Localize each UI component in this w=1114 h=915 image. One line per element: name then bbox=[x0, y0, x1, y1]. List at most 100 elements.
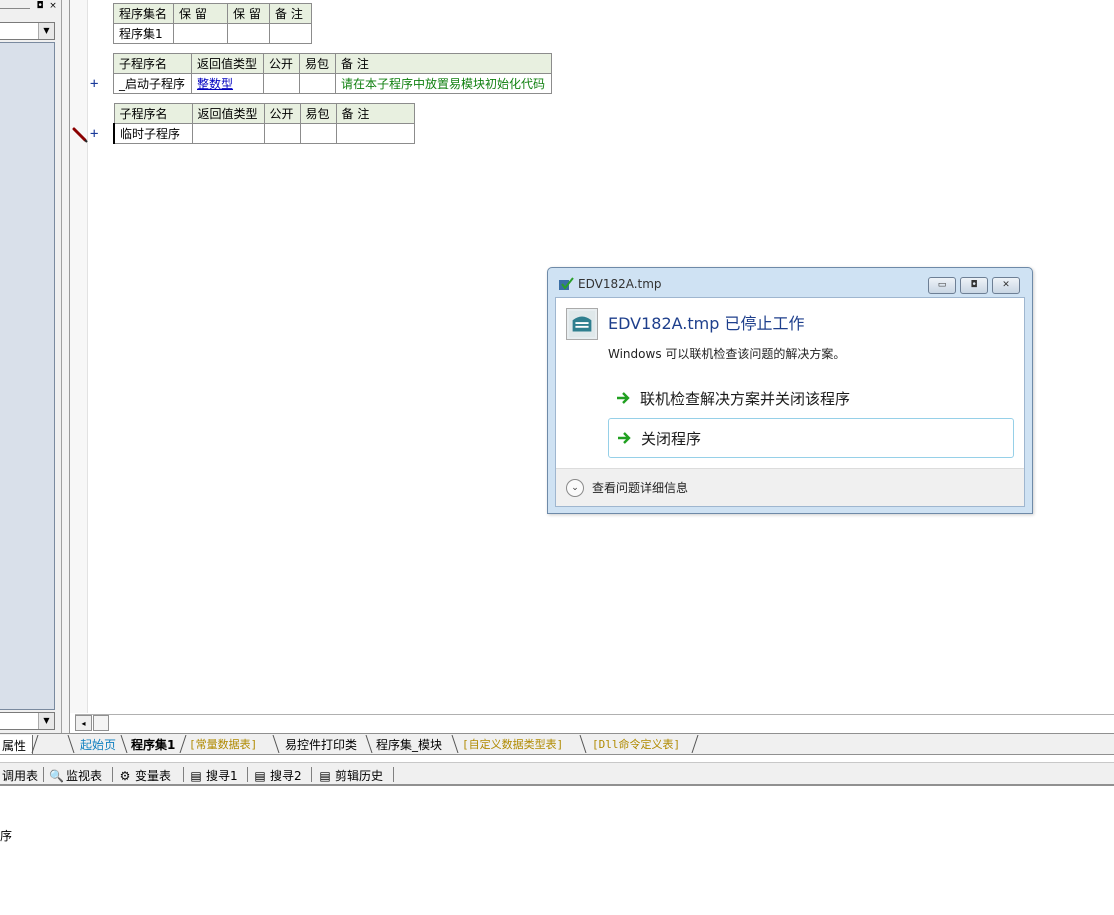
tab-divider bbox=[451, 735, 459, 753]
close-icon[interactable]: ✕ bbox=[992, 277, 1020, 294]
chevron-down-icon[interactable]: ▼ bbox=[38, 713, 54, 729]
table-row[interactable]: _启动子程序 整数型 请在本子程序中放置易模块初始化代码 bbox=[113, 73, 552, 94]
app-icon bbox=[566, 308, 598, 340]
clipboard-icon: ▤ bbox=[319, 768, 331, 783]
panel-close-icon[interactable]: × bbox=[47, 1, 59, 13]
magnifier-icon: 🔍 bbox=[49, 768, 64, 783]
tab-constants[interactable]: [常量数据表] bbox=[189, 736, 257, 752]
toolbar-label: 变量表 bbox=[135, 769, 172, 783]
crash-dialog: EDV182A.tmp ▭ ◘ ✕ EDV182A.tmp 已停止工作 Wind… bbox=[547, 267, 1033, 514]
subroutine-name-cell[interactable]: _启动子程序 bbox=[113, 73, 192, 94]
tab-divider bbox=[179, 735, 187, 753]
assembly-table: 程序集名 保 留 保 留 备 注 程序集1 bbox=[113, 3, 312, 44]
editor-margin bbox=[70, 0, 88, 713]
header-cell: 返回值类型 bbox=[191, 53, 264, 74]
app-check-icon bbox=[559, 277, 574, 290]
left-panel-tree[interactable] bbox=[0, 42, 55, 710]
check-online-label: 联机检查解决方案并关闭该程序 bbox=[640, 389, 851, 408]
remark-cell[interactable]: 请在本子程序中放置易模块初始化代码 bbox=[335, 73, 552, 94]
header-cell: 公开 bbox=[263, 53, 300, 74]
view-details-link[interactable]: 查看问题详细信息 bbox=[592, 479, 688, 496]
public-cell[interactable] bbox=[263, 123, 301, 144]
expand-icon[interactable]: + bbox=[90, 126, 98, 142]
chevron-down-icon[interactable]: ▼ bbox=[38, 23, 54, 39]
header-cell: 程序集名 bbox=[113, 3, 174, 24]
search-results-icon: ▤ bbox=[254, 768, 266, 783]
table-header-row: 子程序名 返回值类型 公开 易包 备 注 bbox=[113, 103, 415, 124]
header-cell: 公开 bbox=[263, 103, 301, 124]
tab-divider bbox=[31, 735, 39, 753]
table-cell[interactable] bbox=[269, 23, 312, 44]
assembly-name-cell[interactable]: 程序集1 bbox=[113, 23, 174, 44]
pencil-icon bbox=[72, 127, 88, 143]
table-cell[interactable] bbox=[173, 23, 228, 44]
minimize-icon[interactable]: ▭ bbox=[928, 277, 956, 294]
close-program-label: 关闭程序 bbox=[641, 429, 702, 448]
epkg-cell[interactable] bbox=[299, 73, 336, 94]
call-table-button[interactable]: 调用表 bbox=[2, 767, 38, 784]
tab-assembly1[interactable]: 程序集1 bbox=[131, 736, 175, 753]
tab-start-page[interactable]: 起始页 bbox=[80, 736, 116, 753]
header-cell: 备 注 bbox=[335, 103, 415, 124]
close-program-button[interactable]: 关闭程序 bbox=[608, 418, 1014, 458]
table-row[interactable]: 临时子程序 bbox=[113, 123, 415, 144]
variable-table-button[interactable]: ⚙ 变量表 bbox=[118, 767, 171, 784]
table-header-row: 程序集名 保 留 保 留 备 注 bbox=[113, 3, 312, 24]
tab-custom-types[interactable]: [自定义数据类型表] bbox=[462, 736, 563, 752]
header-cell: 备 注 bbox=[335, 53, 552, 74]
tab-properties[interactable]: 属性 bbox=[0, 735, 34, 754]
arrow-right-icon bbox=[617, 392, 630, 404]
maximize-icon[interactable]: ◘ bbox=[960, 277, 988, 294]
search1-button[interactable]: ▤ 搜寻1 bbox=[189, 767, 237, 784]
left-panel-bottom-dropdown[interactable]: ▼ bbox=[0, 712, 55, 730]
watch-table-button[interactable]: 🔍 监视表 bbox=[49, 767, 102, 784]
horizontal-scrollbar[interactable]: ◂ bbox=[75, 714, 1114, 731]
check-online-button[interactable]: 联机检查解决方案并关闭该程序 bbox=[608, 378, 1014, 418]
table-row[interactable]: 程序集1 bbox=[113, 23, 312, 44]
header-cell: 易包 bbox=[299, 53, 336, 74]
output-text: 序 bbox=[0, 829, 13, 843]
tab-print-control-class[interactable]: 易控件打印类 bbox=[285, 736, 357, 753]
toolbar-label: 搜寻2 bbox=[270, 769, 302, 783]
dialog-title: EDV182A.tmp bbox=[578, 277, 662, 291]
panel-restore-icon[interactable]: ◘ bbox=[34, 1, 46, 13]
tab-divider bbox=[272, 735, 280, 753]
variables-icon: ⚙ bbox=[119, 768, 131, 783]
scroll-thumb[interactable] bbox=[93, 715, 109, 731]
return-type-cell[interactable]: 整数型 bbox=[191, 73, 264, 94]
dialog-heading: EDV182A.tmp 已停止工作 bbox=[608, 314, 805, 333]
return-type-cell[interactable] bbox=[191, 123, 265, 144]
toolbar-label: 监视表 bbox=[66, 769, 103, 783]
tab-divider bbox=[691, 735, 699, 753]
remark-cell[interactable] bbox=[335, 123, 415, 144]
table-cell[interactable] bbox=[227, 23, 270, 44]
tab-divider bbox=[120, 735, 128, 753]
chevron-down-icon[interactable]: ⌄ bbox=[566, 478, 584, 497]
header-cell: 返回值类型 bbox=[191, 103, 265, 124]
splitter[interactable] bbox=[62, 0, 70, 733]
clip-history-button[interactable]: ▤ 剪辑历史 bbox=[318, 767, 383, 784]
subroutine-table-startup: 子程序名 返回值类型 公开 易包 备 注 _启动子程序 整数型 请在本子程序中放… bbox=[113, 53, 552, 94]
dialog-titlebar: EDV182A.tmp bbox=[558, 277, 662, 291]
header-cell: 备 注 bbox=[269, 3, 312, 24]
scroll-left-icon[interactable]: ◂ bbox=[75, 715, 92, 731]
header-cell: 子程序名 bbox=[113, 53, 192, 74]
output-panel[interactable]: 序 bbox=[0, 789, 1114, 915]
tab-dll-commands[interactable]: [Dll命令定义表] bbox=[592, 736, 680, 752]
header-cell: 子程序名 bbox=[113, 103, 193, 124]
search-results-icon: ▤ bbox=[190, 768, 202, 783]
subroutine-name-cell[interactable]: 临时子程序 bbox=[113, 123, 193, 144]
left-panel-dropdown[interactable]: ▼ bbox=[0, 22, 55, 40]
dialog-subtitle: Windows 可以联机检查该问题的解决方案。 bbox=[608, 347, 846, 361]
public-cell[interactable] bbox=[263, 73, 300, 94]
dialog-footer: ⌄ 查看问题详细信息 bbox=[556, 468, 1024, 506]
epkg-cell[interactable] bbox=[299, 123, 337, 144]
return-type-link[interactable]: 整数型 bbox=[197, 77, 233, 91]
tab-divider bbox=[579, 735, 587, 753]
search2-button[interactable]: ▤ 搜寻2 bbox=[253, 767, 302, 784]
header-cell: 保 留 bbox=[173, 3, 228, 24]
left-panel: ◘ × ▼ ▼ bbox=[0, 0, 62, 733]
toolbar-label: 剪辑历史 bbox=[335, 769, 384, 783]
expand-icon[interactable]: + bbox=[90, 76, 98, 92]
tab-assembly-module[interactable]: 程序集_模块 bbox=[376, 736, 442, 753]
